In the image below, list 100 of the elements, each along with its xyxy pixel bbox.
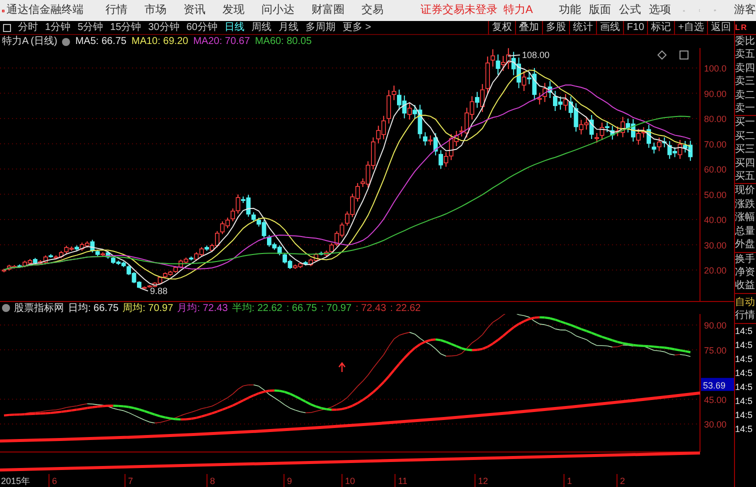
period-label: (日线): [30, 34, 58, 49]
menu-item[interactable]: 发现: [222, 2, 244, 19]
period-tab[interactable]: 15分钟: [110, 20, 142, 35]
indicator-value: : 66.75: [286, 302, 317, 316]
period-tab[interactable]: 日线: [224, 20, 244, 35]
toolbar-button[interactable]: +自选: [674, 20, 707, 34]
date-label: 8: [210, 476, 216, 486]
quote-label: 买四: [735, 156, 756, 170]
date-label: 7: [128, 476, 134, 486]
menu-item[interactable]: 资讯: [184, 2, 206, 19]
menu-item[interactable]: 市场: [144, 2, 166, 19]
price-axis-label: 30.00: [704, 240, 727, 250]
settings-icon[interactable]: [62, 38, 70, 46]
trade-time: 14:5: [735, 422, 754, 436]
up-arrow-icon: [338, 362, 346, 373]
date-label: 11: [398, 476, 408, 486]
settings-icon[interactable]: [2, 304, 10, 312]
price-axis-label: 90.00: [704, 88, 727, 99]
period-tab[interactable]: 周线: [252, 20, 272, 35]
price-axis-label: 80.00: [704, 114, 727, 124]
menu-item[interactable]: 财富圈: [312, 2, 344, 19]
ma-value: MA20: 70.67: [193, 35, 250, 49]
indicator-value: 半均: 22.62: [232, 302, 282, 316]
indicator-value: 周均: 70.97: [122, 302, 174, 316]
quote-label: 现价: [735, 184, 756, 198]
price-axis-label: 20.00: [704, 266, 727, 276]
high-price-label: 108.00: [522, 50, 550, 60]
indicator-axis-label: 90.00: [704, 320, 727, 330]
date-label: 6: [52, 476, 58, 486]
toolbar-button[interactable]: 画线: [596, 20, 623, 34]
price-axis-label: 60.00: [704, 164, 727, 174]
date-label: 10: [345, 476, 356, 486]
indicator-value: : 72.43: [356, 302, 386, 316]
panel-toggle-icon[interactable]: [3, 24, 11, 32]
quote-label: 卖三: [735, 75, 756, 89]
date-label: 2015年: [1, 476, 30, 486]
period-tab[interactable]: 30分钟: [148, 20, 180, 35]
panel-label: R: [740, 24, 747, 32]
window-icon: [680, 50, 688, 60]
ma-value: MA10: 69.20: [132, 35, 188, 49]
toolbar-button[interactable]: F10: [622, 20, 648, 34]
quote-label: 卖二: [735, 88, 756, 102]
low-price-label: 9.88: [150, 286, 168, 296]
indicator-value: 日均: 66.75: [68, 302, 119, 316]
stock-label: 特力A: [2, 34, 29, 49]
quote-label: 外盘: [735, 238, 756, 252]
ma-value: MA5: 66.75: [75, 35, 126, 49]
app-title: 通达信金融终端: [6, 2, 84, 18]
quote-label: 涨幅: [735, 211, 756, 225]
price-axis-label: 40.00: [704, 215, 727, 225]
quote-label: 买一: [735, 116, 756, 130]
menu-item[interactable]: 问小达: [262, 2, 294, 19]
indicator-name: 股票指标网: [14, 302, 64, 316]
date-label: 1: [567, 476, 572, 486]
menu-item[interactable]: 交易: [362, 2, 384, 19]
toolbar-button[interactable]: 标记: [647, 20, 674, 34]
menu-item[interactable]: 行情: [106, 2, 128, 19]
quote-label: 买二: [735, 130, 756, 144]
indicator-value: 月均: 72.43: [177, 302, 228, 316]
quote-label: 总量: [735, 224, 756, 238]
toolbar-button[interactable]: 返回: [707, 20, 734, 34]
price-axis-label: 50.00: [704, 190, 727, 200]
menu-item[interactable]: 公式: [618, 2, 641, 19]
market-label: 行情: [735, 309, 756, 324]
date-label: 9: [287, 476, 292, 486]
trade-time: 14:5: [735, 380, 754, 394]
trade-time: 14:5: [735, 394, 754, 408]
ma-value: MA60: 80.05: [254, 35, 312, 49]
diamond-icon: [657, 50, 667, 60]
toolbar-button[interactable]: 多股: [542, 20, 569, 34]
period-tab[interactable]: 多周期: [306, 20, 336, 35]
auto-label: 自动: [735, 296, 756, 310]
trade-time: 14:5: [735, 408, 754, 422]
date-label: 12: [478, 476, 488, 486]
period-tab[interactable]: 60分钟: [186, 20, 218, 35]
quote-label: 卖一: [735, 102, 756, 116]
login-notice: 证券交易未登录: [420, 2, 498, 18]
quote-label: 净资: [735, 266, 756, 280]
period-tab[interactable]: 5分钟: [78, 20, 104, 35]
trade-time: 14:5: [735, 338, 754, 352]
period-tab[interactable]: 月线: [278, 20, 298, 35]
indicator-value: : 70.97: [320, 302, 352, 316]
toolbar-button[interactable]: 叠加: [514, 20, 542, 34]
quote-label: 卖五: [735, 48, 756, 62]
toolbar-button[interactable]: 统计: [568, 20, 596, 34]
menu-item[interactable]: 功能: [558, 2, 581, 19]
date-label: 2: [620, 476, 626, 486]
period-tab[interactable]: 1分钟: [45, 20, 71, 35]
quote-label: 换手: [735, 252, 756, 266]
stock-name: 特力A: [504, 3, 533, 18]
menu-item[interactable]: 选项: [648, 2, 671, 19]
period-tab[interactable]: 更多 >: [342, 20, 372, 35]
leader-line: [508, 54, 520, 56]
period-tab[interactable]: 分时: [18, 20, 38, 35]
quote-label: 委比: [735, 35, 756, 48]
current-value-label: 53.69: [701, 378, 734, 391]
indicator-axis-label: 75.00: [704, 345, 727, 356]
toolbar-button[interactable]: 复权: [488, 20, 515, 34]
quote-label: 涨跌: [735, 198, 756, 212]
menu-item[interactable]: 版面: [588, 2, 611, 19]
